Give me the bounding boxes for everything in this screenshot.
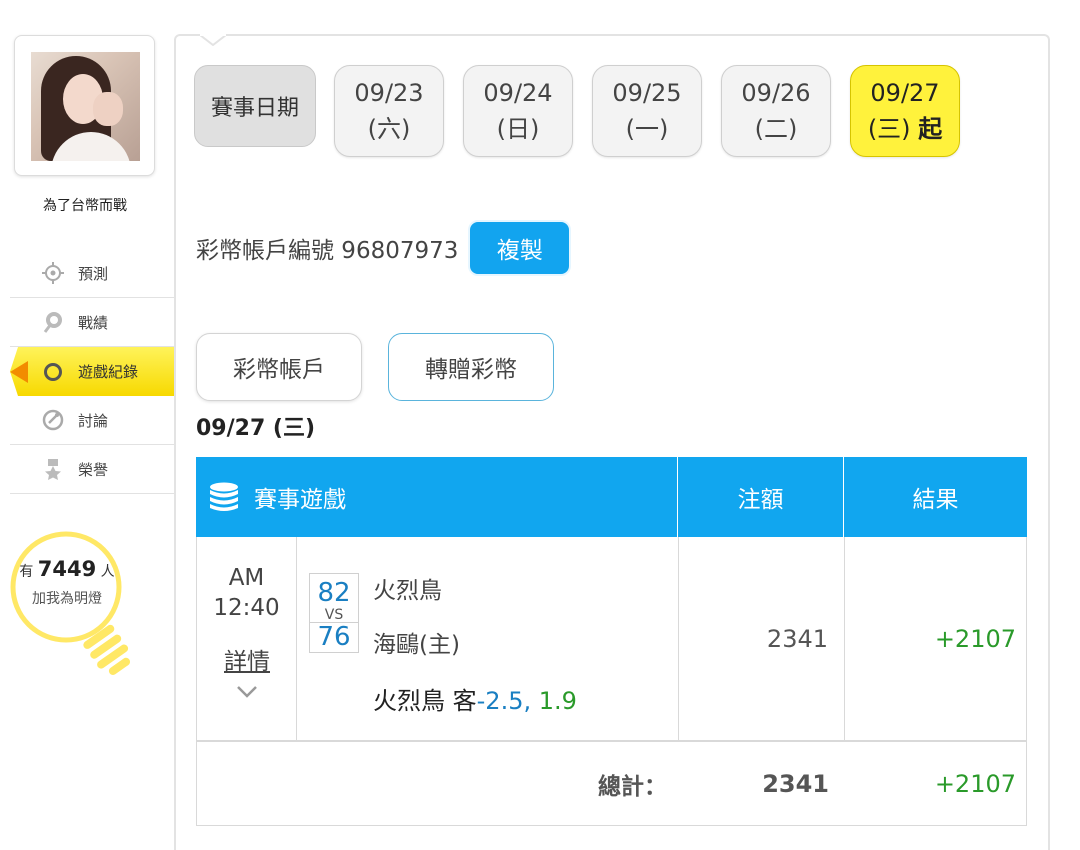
section-date: 09/27 (三) <box>196 416 316 441</box>
bet-amount: 2341 <box>679 537 845 740</box>
avatar-frame[interactable] <box>14 35 155 176</box>
sidebar-item-label: 榮譽 <box>78 460 109 479</box>
fans-number: 7449 <box>37 557 97 581</box>
tab-coin-account[interactable]: 彩幣帳戶 <box>196 333 362 401</box>
detail-link[interactable]: 詳情 <box>222 642 272 676</box>
date-button-0925[interactable]: 09/25 (一) <box>592 65 702 157</box>
header-game-label: 賽事遊戲 <box>254 487 346 513</box>
circle-icon <box>42 361 64 383</box>
bet-pick: 火烈鳥 客-2.5, 1.9 <box>373 681 577 716</box>
date-text: 09/23 <box>354 79 424 107</box>
pick-line: -2.5, <box>476 687 532 715</box>
weekday-text: (日) <box>496 115 540 143</box>
username: 為了台幣而戰 <box>43 198 127 214</box>
fans-suffix: 人 <box>100 564 115 580</box>
sidebar-item-predict[interactable]: 預測 <box>10 249 176 298</box>
date-text: 09/25 <box>612 79 682 107</box>
avatar[interactable] <box>31 52 140 161</box>
table-row: AM 12:40 詳情 82 VS 76 火烈鳥 海鷗(主) 火烈鳥 客-2.5… <box>196 537 1027 741</box>
fans-subtitle: 加我為明燈 <box>32 591 102 607</box>
date-button-0924[interactable]: 09/24 (日) <box>463 65 573 157</box>
total-bet: 2341 <box>762 770 829 798</box>
database-icon <box>210 482 238 511</box>
total-result: +2107 <box>934 770 1016 798</box>
date-button-0927[interactable]: 09/27 (三) 起 <box>850 65 960 157</box>
game-record-table: 賽事遊戲 注額 結果 AM 12:40 詳情 82 VS 76 火烈鳥 海鷗(主… <box>196 457 1027 826</box>
sidebar-nav: 預測 戰績 遊戲紀錄 討論 榮譽 <box>10 249 176 494</box>
medal-icon <box>42 458 64 480</box>
pick-team: 火烈鳥 客 <box>373 687 477 715</box>
header-bet: 注額 <box>678 457 844 537</box>
date-text: 09/27 <box>870 79 940 107</box>
sidebar-item-label: 戰績 <box>78 313 109 332</box>
vs-label: VS <box>310 608 358 623</box>
score-box: 82 VS 76 <box>309 573 359 653</box>
game-time: 12:40 <box>213 595 280 621</box>
sidebar-item-label: 遊戲紀錄 <box>78 363 139 381</box>
discussion-icon <box>42 409 64 431</box>
header-result: 結果 <box>912 487 959 513</box>
copy-button[interactable]: 複製 <box>468 220 572 276</box>
fans-count: 有 7449 人 <box>8 557 126 581</box>
record-icon <box>42 311 64 333</box>
chevron-down-icon[interactable] <box>235 683 259 701</box>
team-away: 火烈鳥 <box>373 578 442 604</box>
score-home: 76 <box>317 622 351 652</box>
table-header: 賽事遊戲 注額 結果 <box>196 457 1027 537</box>
sidebar-item-game-record[interactable]: 遊戲紀錄 <box>10 347 176 396</box>
sidebar-item-label: 討論 <box>78 411 109 430</box>
weekday-text: (一) <box>625 115 669 143</box>
game-info-cell: 82 VS 76 火烈鳥 海鷗(主) 火烈鳥 客-2.5, 1.9 <box>297 537 679 740</box>
weekday-text: (三) <box>867 115 911 143</box>
game-time-cell: AM 12:40 詳情 <box>197 537 297 740</box>
table-total-row: 總計： 2341 +2107 <box>196 741 1027 826</box>
date-button-0923[interactable]: 09/23 (六) <box>334 65 444 157</box>
weekday-text: (六) <box>367 115 411 143</box>
team-home: 海鷗(主) <box>373 632 460 658</box>
weekday-line: (三) 起 <box>868 111 942 147</box>
sidebar-item-discussion[interactable]: 討論 <box>10 396 176 445</box>
pick-odds: 1.9 <box>531 687 577 715</box>
total-label: 總計： <box>598 774 667 800</box>
account-row: 彩幣帳戶編號 96807973 複製 <box>196 220 572 276</box>
score-away: 82 <box>317 578 351 608</box>
start-marker: 起 <box>918 115 943 143</box>
fans-prefix: 有 <box>19 564 34 580</box>
time-period: AM <box>228 565 265 591</box>
weekday-text: (二) <box>754 115 798 143</box>
date-text: 09/26 <box>741 79 811 107</box>
date-button-0926[interactable]: 09/26 (二) <box>721 65 831 157</box>
page: 為了台幣而戰 預測 戰績 遊戲紀錄 討論 榮譽 有 7449 人 加我為明燈 賽… <box>0 0 1080 850</box>
date-text: 09/24 <box>483 79 553 107</box>
panel-pointer <box>200 34 226 46</box>
result-amount: +2107 <box>934 624 1016 653</box>
sidebar-item-honor[interactable]: 榮譽 <box>10 445 176 494</box>
crosshair-icon <box>42 262 64 284</box>
date-label: 賽事日期 <box>194 65 316 147</box>
sidebar-item-label: 預測 <box>78 264 109 283</box>
tab-transfer-coins[interactable]: 轉贈彩幣 <box>388 333 554 401</box>
account-number: 彩幣帳戶編號 96807973 <box>196 238 459 264</box>
header-game: 賽事遊戲 <box>196 457 678 537</box>
fans-bulb[interactable]: 有 7449 人 加我為明燈 <box>8 530 138 680</box>
sidebar-item-record[interactable]: 戰績 <box>10 298 176 347</box>
